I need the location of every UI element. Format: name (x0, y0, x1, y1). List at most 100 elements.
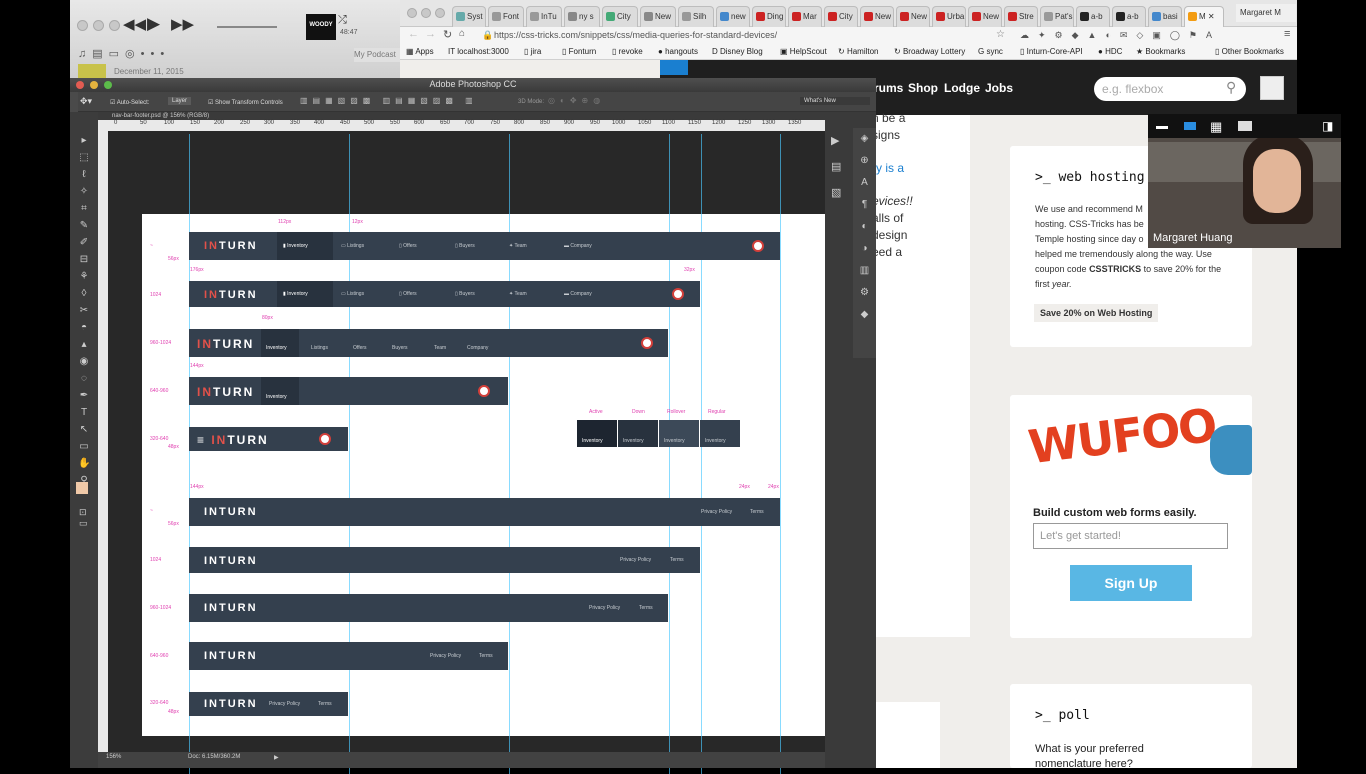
home-icon[interactable]: ⌂ (459, 28, 465, 39)
footer-640[interactable]: INTURN Privacy Policy Terms (189, 642, 508, 670)
zoom-button[interactable] (435, 8, 445, 18)
nav-buyers[interactable]: Buyers (392, 345, 408, 351)
browser-tab[interactable]: New (860, 6, 894, 27)
nav-bar-full[interactable]: INTURN ▮ Inventory ▭ Listings ▯ Offers ▯… (189, 232, 780, 260)
layer-select[interactable]: Layer (168, 97, 192, 105)
nav-company[interactable]: ▬ Company (564, 291, 592, 297)
search-input[interactable]: e.g. flexbox (1094, 77, 1246, 101)
nav-listings[interactable]: Listings (311, 345, 328, 351)
nav-team[interactable]: Team (434, 345, 446, 351)
bookmark-item[interactable]: ↻ Hamilton (838, 47, 879, 56)
browser-tab-active[interactable]: M ✕ (1184, 6, 1224, 27)
bookmark-item[interactable]: D Disney Blog (712, 47, 763, 56)
user-avatar-icon[interactable] (319, 433, 331, 445)
rewind-icon[interactable]: ◀◀ (123, 15, 146, 33)
zoom-button[interactable] (109, 20, 120, 31)
nav-buyers[interactable]: ▯ Buyers (455, 243, 475, 249)
star-icon[interactable]: ☆ (996, 29, 1005, 40)
foreground-color[interactable] (76, 482, 88, 494)
nav-inventory[interactable]: Inventory (266, 394, 287, 400)
user-avatar[interactable] (1260, 76, 1284, 100)
nav-listings[interactable]: ▭ Listings (341, 243, 364, 249)
browser-tab[interactable]: Ding (752, 6, 786, 27)
nav-forums[interactable]: rums (874, 81, 903, 95)
nav-team[interactable]: ✦ Team (509, 243, 527, 249)
nav-offers[interactable]: Offers (353, 345, 367, 351)
nav-inventory[interactable]: Inventory (266, 345, 287, 351)
shuffle-icon[interactable]: ⤮ (338, 14, 347, 27)
bookmark-item[interactable]: IT localhost:3000 (448, 47, 509, 56)
privacy-link[interactable]: Privacy Policy (430, 653, 461, 659)
nav-team[interactable]: ✦ Team (509, 291, 527, 297)
transform-checkbox[interactable]: ☑ Show Transform Controls (208, 99, 283, 106)
fullscreen-icon[interactable] (1238, 121, 1252, 131)
nav-bar-640[interactable]: INTURN Inventory (189, 377, 508, 405)
browser-tab[interactable]: basi (1148, 6, 1182, 27)
align-icons[interactable]: ▥▤▦▧▨▩ ▥▤▦▧▨▩ ▥ (300, 96, 478, 105)
bookmark-item[interactable]: ▣ HelpScout (780, 47, 827, 56)
browser-tab[interactable]: ny s (564, 6, 600, 27)
nav-offers[interactable]: ▯ Offers (399, 243, 417, 249)
bookmark-item[interactable]: ★ Bookmarks (1136, 47, 1185, 56)
close-button[interactable] (76, 81, 84, 89)
footer-1024[interactable]: INTURN Privacy Policy Terms (189, 547, 700, 573)
zoom-level[interactable]: 156% (106, 754, 121, 760)
nav-offers[interactable]: ▯ Offers (399, 291, 417, 297)
panel-icons-2[interactable]: ◈ ⊕ A ¶ ◐ ◑ ▥ ⚙ ◆ (853, 128, 876, 358)
minimize-button[interactable] (90, 81, 98, 89)
nav-bar-1024[interactable]: INTURN ▮ Inventory ▭ Listings ▯ Offers ▯… (189, 281, 700, 307)
nav-bar-320[interactable]: ≡ INTURN (189, 427, 348, 451)
nav-lodge[interactable]: Lodge (944, 81, 980, 95)
browser-tab[interactable]: New (896, 6, 930, 27)
nav-buyers[interactable]: ▯ Buyers (455, 291, 475, 297)
zoom-button[interactable] (104, 81, 112, 89)
reload-icon[interactable]: ↻ (443, 28, 452, 41)
3d-icons[interactable]: ◎◐✥⊕◍ (548, 96, 605, 105)
browser-tab[interactable]: Syst (452, 6, 486, 27)
nav-jobs[interactable]: Jobs (985, 81, 1013, 95)
speaker-view-icon[interactable] (1184, 122, 1196, 130)
terms-link[interactable]: Terms (670, 557, 684, 563)
nav-shop[interactable]: Shop (908, 81, 938, 95)
privacy-link[interactable]: Privacy Policy (589, 605, 620, 611)
menu-icon[interactable]: ≡ (1284, 28, 1290, 40)
terms-link[interactable]: Terms (750, 509, 764, 515)
window-icon[interactable]: ◨ (1322, 119, 1333, 133)
extension-icons[interactable]: ☁✦⚙◆▲◐✉◇▣◯⚑A (1020, 30, 1221, 41)
privacy-link[interactable]: Privacy Policy (701, 509, 732, 515)
nav-company[interactable]: ▬ Company (564, 243, 592, 249)
nav-bar-960[interactable]: INTURN Inventory Listings Offers Buyers … (189, 329, 668, 357)
close-button[interactable] (407, 8, 417, 18)
forward-icon[interactable]: → (425, 28, 436, 40)
minimize-button[interactable] (421, 8, 431, 18)
browser-tab[interactable]: New (968, 6, 1002, 27)
forward-icon[interactable]: ▶▶ (171, 15, 194, 33)
browser-tab[interactable]: City (602, 6, 638, 27)
browser-tab[interactable]: Urba (932, 6, 966, 27)
bookmark-apps[interactable]: ▦ Apps (406, 47, 434, 56)
wufoo-logo[interactable]: WUFOO (1025, 398, 1218, 474)
user-avatar-icon[interactable] (478, 385, 490, 397)
browser-tab[interactable]: Pat's (1040, 6, 1074, 27)
footer-320[interactable]: INTURN Privacy Policy Terms (189, 692, 348, 716)
bookmark-item[interactable]: ▯ jira (524, 47, 541, 56)
gallery-view-icon[interactable]: ▦ (1210, 119, 1222, 135)
browser-tab[interactable]: Stre (1004, 6, 1038, 27)
privacy-link[interactable]: Privacy Policy (620, 557, 651, 563)
bookmark-item[interactable]: ● hangouts (658, 47, 698, 56)
panel-icons[interactable]: ▶ ▤ ▧ (831, 128, 841, 206)
wufoo-input[interactable]: Let's get started! (1033, 523, 1228, 549)
nav-company[interactable]: Company (467, 345, 488, 351)
bookmark-item[interactable]: G sync (978, 47, 1003, 56)
podcasts-label[interactable]: My Podcast (354, 48, 400, 62)
browser-tab[interactable]: a-b (1076, 6, 1110, 27)
profile-button[interactable]: Margaret M (1236, 4, 1296, 22)
tool-icons[interactable]: ▸ ⬚ ℓ ✧ ⌗ ✎ ✐ ⊟ ⚘ ◊ ✂ ◓ ▴ ◉ ◌ ✒ T ↖ ▭ ✋ ⚲ (78, 132, 90, 489)
move-tool-icon[interactable]: ✥▾ (80, 96, 92, 107)
user-avatar-icon[interactable] (672, 288, 684, 300)
bookmark-item[interactable]: ↻ Broadway Lottery (894, 47, 965, 56)
browser-tab[interactable]: new (716, 6, 750, 27)
browser-tab[interactable]: Mar (788, 6, 822, 27)
bookmark-item[interactable]: ▯ revoke (612, 47, 643, 56)
user-avatar-icon[interactable] (641, 337, 653, 349)
